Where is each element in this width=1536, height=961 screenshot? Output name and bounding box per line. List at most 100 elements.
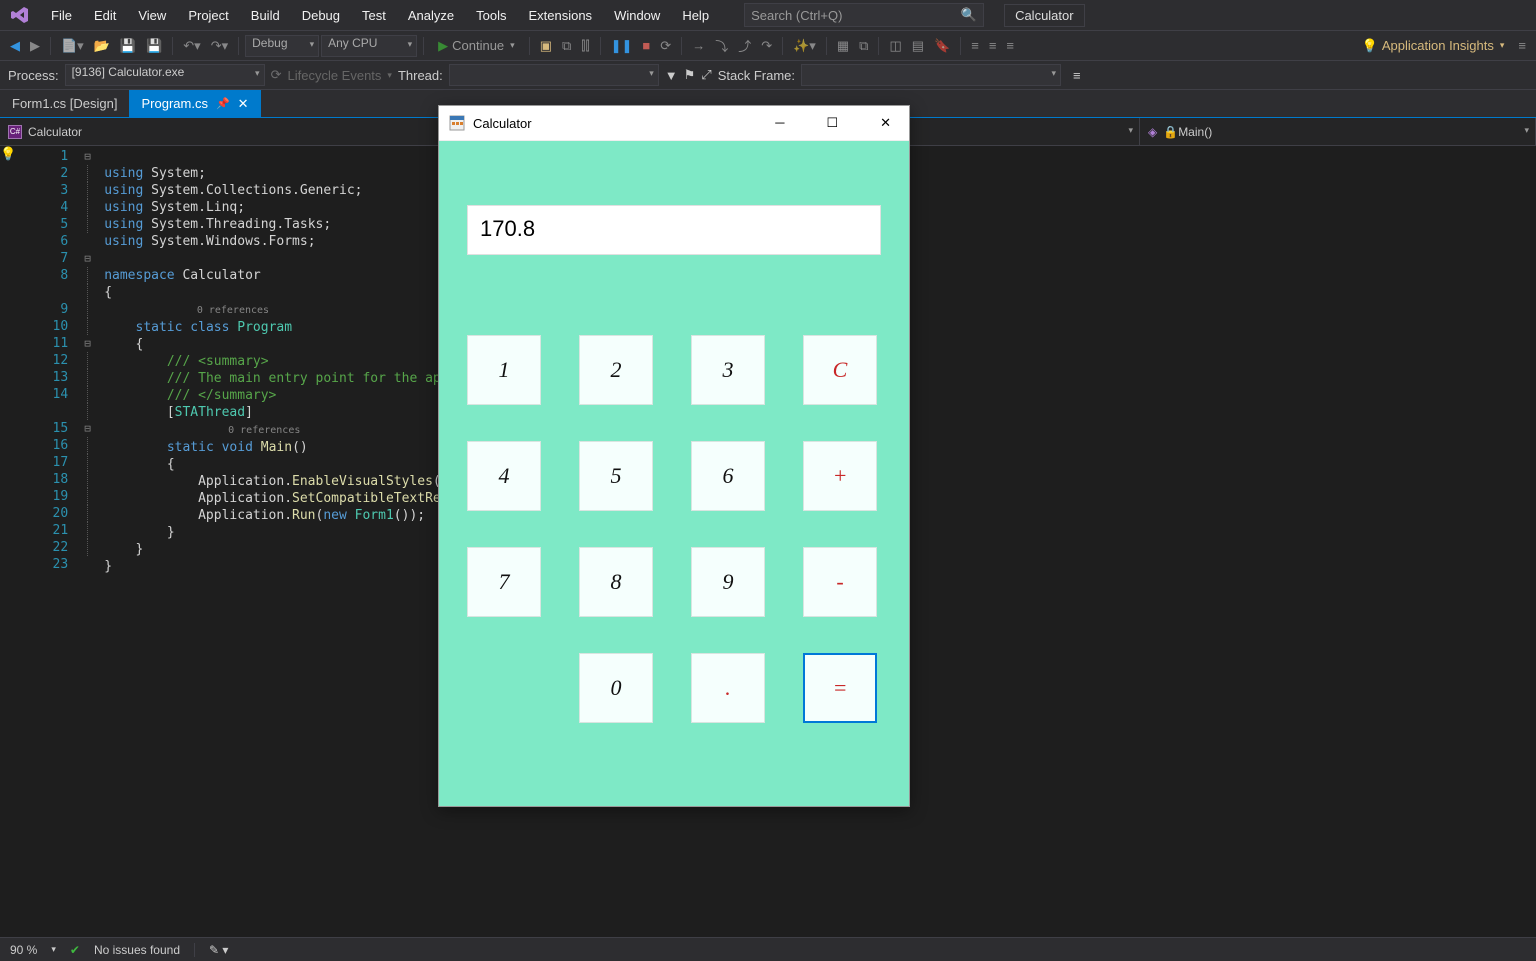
stop-icon[interactable]: ■ xyxy=(638,36,654,55)
menu-tools[interactable]: Tools xyxy=(465,4,517,27)
debug-process-bar: Process: [9136] Calculator.exe ⟳ Lifecyc… xyxy=(0,60,1536,90)
stack-icon[interactable]: ⤢ xyxy=(701,67,711,83)
menu-project[interactable]: Project xyxy=(177,4,239,27)
btn-5[interactable]: 5 xyxy=(579,441,653,511)
nav-member-dropdown[interactable]: ◈ 🔒 Main() xyxy=(1140,118,1536,145)
filter-icon[interactable]: ▼ xyxy=(665,68,678,83)
screenshot-icon[interactable]: ⧉ xyxy=(558,36,575,56)
tab-form1-design[interactable]: Form1.cs [Design] xyxy=(0,90,129,117)
lifecycle-label: Lifecycle Events xyxy=(287,68,381,83)
pin-icon[interactable]: 📌 xyxy=(216,97,230,110)
intellitrace-icon[interactable]: ✨▾ xyxy=(789,36,820,56)
btn-1[interactable]: 1 xyxy=(467,335,541,405)
continue-button[interactable]: ▶ Continue ▾ xyxy=(430,36,523,56)
save-all-icon[interactable]: 💾 xyxy=(142,36,166,56)
btn-8[interactable]: 8 xyxy=(579,547,653,617)
zoom-dropdown-icon[interactable]: ▾ xyxy=(51,944,56,955)
thread-label: Thread: xyxy=(398,68,443,83)
line-gutter: 12345678 91011121314 151617181920212223 xyxy=(16,146,84,937)
calculator-titlebar[interactable]: Calculator ─ ☐ ✕ xyxy=(439,106,909,141)
toolbar-main: ◀ ▶ 📄▾ 📂 💾 💾 ↶▾ ↷▾ Debug Any CPU ▶ Conti… xyxy=(0,30,1536,60)
windows-icon[interactable]: ▦ xyxy=(833,36,853,56)
nav-member-label: Main() xyxy=(1178,125,1212,139)
btn-7[interactable]: 7 xyxy=(467,547,541,617)
dock-icon[interactable]: ▣ xyxy=(536,36,556,56)
menu-file[interactable]: File xyxy=(40,4,83,27)
lifecycle-icon[interactable]: ⟳ xyxy=(271,67,282,83)
close-button[interactable]: ✕ xyxy=(872,111,899,135)
btn-6[interactable]: 6 xyxy=(691,441,765,511)
btn-plus[interactable]: + xyxy=(803,441,877,511)
app-insights-button[interactable]: 💡 Application Insights ▾ xyxy=(1354,36,1513,56)
btn-dot[interactable]: . xyxy=(691,653,765,723)
stackframe-dropdown[interactable] xyxy=(801,64,1061,86)
method-icon: ◈ xyxy=(1148,125,1157,139)
menu-analyze[interactable]: Analyze xyxy=(397,4,465,27)
quick-search-input[interactable]: Search (Ctrl+Q) 🔍 xyxy=(744,3,984,27)
btn-4[interactable]: 4 xyxy=(467,441,541,511)
redo-icon[interactable]: ↷▾ xyxy=(207,36,232,56)
menu-edit[interactable]: Edit xyxy=(83,4,127,27)
bookmark-icon[interactable]: 🔖 xyxy=(930,36,954,56)
calculator-display[interactable]: 170.8 xyxy=(467,205,881,255)
step-next-icon[interactable]: ↷ xyxy=(757,36,776,56)
misc5-icon[interactable]: ≡ xyxy=(1002,36,1018,55)
thread-dropdown[interactable] xyxy=(449,64,659,86)
misc1-icon[interactable]: ◫ xyxy=(885,36,905,56)
menu-extensions[interactable]: Extensions xyxy=(517,4,603,27)
pause-icon[interactable]: ❚❚ xyxy=(607,36,637,56)
minimize-button[interactable]: ─ xyxy=(767,111,792,135)
flag-icon[interactable]: ⚑ xyxy=(684,67,696,83)
maximize-button[interactable]: ☐ xyxy=(818,111,846,135)
restart-icon[interactable]: ⟳ xyxy=(656,36,675,56)
windows2-icon[interactable]: ⧉ xyxy=(855,36,872,56)
tab-program-cs[interactable]: Program.cs 📌 ✕ xyxy=(129,90,260,117)
calculator-title: Calculator xyxy=(473,116,532,131)
platform-dropdown[interactable]: Any CPU xyxy=(321,35,417,57)
undo-icon[interactable]: ↶▾ xyxy=(179,36,204,56)
misc3-icon[interactable]: ≡ xyxy=(967,36,983,55)
misc4-icon[interactable]: ≡ xyxy=(985,36,1001,55)
feedback-icon[interactable]: ✎ ▾ xyxy=(209,943,228,957)
kw-using: using xyxy=(104,166,143,181)
misc2-icon[interactable]: ▤ xyxy=(908,36,928,56)
menu-test[interactable]: Test xyxy=(351,4,397,27)
play-icon: ▶ xyxy=(438,38,448,54)
btn-equals[interactable]: = xyxy=(803,653,877,723)
menu-debug[interactable]: Debug xyxy=(291,4,351,27)
tab-program-label: Program.cs xyxy=(141,96,207,111)
process-dropdown[interactable]: [9136] Calculator.exe xyxy=(65,64,265,86)
solution-name[interactable]: Calculator xyxy=(1004,4,1085,27)
btn-0[interactable]: 0 xyxy=(579,653,653,723)
lightbulb-hint-icon[interactable]: 💡 xyxy=(0,146,16,937)
overflow-icon[interactable]: ≡ xyxy=(1514,36,1530,55)
step-over-icon[interactable]: ⤵ xyxy=(711,34,732,57)
step-out-icon[interactable]: ⤴ xyxy=(734,34,755,57)
menu-help[interactable]: Help xyxy=(671,4,720,27)
btn-9[interactable]: 9 xyxy=(691,547,765,617)
fold-column[interactable] xyxy=(84,146,104,937)
menu-view[interactable]: View xyxy=(127,4,177,27)
save-icon[interactable]: 💾 xyxy=(116,36,140,56)
close-tab-icon[interactable]: ✕ xyxy=(238,96,249,112)
menu-window[interactable]: Window xyxy=(603,4,671,27)
nav-back-icon[interactable]: ◀ xyxy=(6,36,24,56)
btn-3[interactable]: 3 xyxy=(691,335,765,405)
menu-build[interactable]: Build xyxy=(240,4,291,27)
nav-forward-icon[interactable]: ▶ xyxy=(26,36,44,56)
overflow2-icon[interactable]: ≡ xyxy=(1073,68,1081,83)
codelens-2[interactable]: 0 references xyxy=(228,425,300,436)
calculator-window: Calculator ─ ☐ ✕ 170.8 1 2 3 C 4 5 6 + 7… xyxy=(438,105,910,807)
new-project-icon[interactable]: 📄▾ xyxy=(57,36,88,56)
btn-clear[interactable]: C xyxy=(803,335,877,405)
zoom-level[interactable]: 90 % xyxy=(10,943,37,957)
btn-2[interactable]: 2 xyxy=(579,335,653,405)
open-icon[interactable]: 📂 xyxy=(90,36,114,56)
stepbar-icon[interactable]: ⫿⫿ xyxy=(577,36,593,56)
step-into-icon[interactable]: → xyxy=(688,36,709,55)
appinsights-label: Application Insights xyxy=(1382,38,1494,53)
status-bar: 90 % ▾ ✔ No issues found ✎ ▾ xyxy=(0,937,1536,961)
btn-minus[interactable]: - xyxy=(803,547,877,617)
config-dropdown[interactable]: Debug xyxy=(245,35,319,57)
codelens-1[interactable]: 0 references xyxy=(197,305,269,316)
